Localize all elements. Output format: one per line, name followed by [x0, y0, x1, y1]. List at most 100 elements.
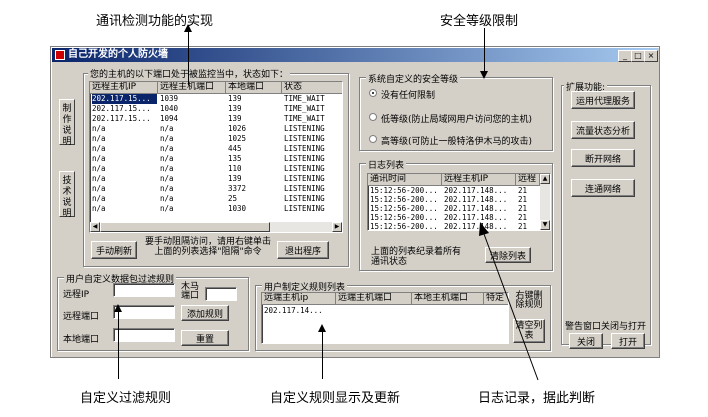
- ports-cell[interactable]: n/a: [160, 154, 225, 164]
- scroll-right-icon[interactable]: ▶: [332, 222, 342, 232]
- ports-cell[interactable]: n/a: [160, 204, 225, 214]
- add-rule-button[interactable]: 添加规则: [181, 305, 229, 321]
- log-cell[interactable]: 15:12:56-200...: [370, 222, 441, 230]
- ports-cell[interactable]: TIME_WAIT: [284, 104, 342, 114]
- refresh-button[interactable]: 手动刷新: [91, 241, 137, 259]
- ports-cell[interactable]: 1094: [160, 114, 225, 124]
- ports-cell[interactable]: 1030: [228, 204, 281, 214]
- ports-cell[interactable]: n/a: [160, 184, 225, 194]
- ports-cell[interactable]: n/a: [160, 134, 225, 144]
- close-button[interactable]: ×: [644, 50, 658, 62]
- ports-cell[interactable]: LISTENING: [284, 164, 342, 174]
- ports-cell[interactable]: 139: [228, 114, 281, 124]
- ports-cell[interactable]: 139: [228, 174, 281, 184]
- security-radio[interactable]: [369, 113, 377, 121]
- security-option-label[interactable]: 低等级(防止局域网用户访问您的主机): [381, 112, 532, 125]
- ports-cell[interactable]: 1039: [160, 94, 225, 104]
- extend-button[interactable]: 连通网络: [571, 179, 635, 197]
- log-cell[interactable]: 15:12:56-200...: [370, 195, 441, 204]
- ports-cell[interactable]: n/a: [92, 124, 157, 134]
- rules-col-remote-port[interactable]: 远端主机端口: [336, 293, 412, 305]
- ports-cell[interactable]: 1026: [228, 124, 281, 134]
- alarm-close-button[interactable]: 关闭: [569, 333, 603, 349]
- log-cell[interactable]: 21: [518, 204, 539, 213]
- ports-cell[interactable]: n/a: [92, 204, 157, 214]
- extend-button[interactable]: 运用代理服务: [571, 91, 635, 109]
- ports-cell[interactable]: n/a: [92, 144, 157, 154]
- log-cell[interactable]: 202.117.148...: [444, 186, 515, 195]
- ports-cell[interactable]: 1040: [160, 104, 225, 114]
- exit-button[interactable]: 退出程序: [277, 241, 329, 259]
- ports-cell[interactable]: n/a: [92, 184, 157, 194]
- log-cell[interactable]: 202.117.148...: [444, 195, 515, 204]
- ports-cell[interactable]: n/a: [92, 164, 157, 174]
- ports-cell[interactable]: n/a: [92, 194, 157, 204]
- ports-cell[interactable]: 202.117.15...: [92, 94, 157, 104]
- tab-manual[interactable]: 制作说明: [59, 99, 75, 147]
- ports-col-status[interactable]: 状态: [282, 82, 342, 94]
- ports-cell[interactable]: 139: [228, 94, 281, 104]
- ports-cell[interactable]: TIME_WAIT: [284, 114, 342, 124]
- scroll-left-icon[interactable]: ◀: [90, 222, 100, 232]
- ports-cell[interactable]: TIME_WAIT: [284, 94, 342, 104]
- ports-cell[interactable]: LISTENING: [284, 134, 342, 144]
- security-option-label[interactable]: 高等级(可防止一般特洛伊木马的攻击): [381, 134, 532, 147]
- ports-cell[interactable]: 25: [228, 194, 281, 204]
- ports-cell[interactable]: LISTENING: [284, 194, 342, 204]
- trojan-port-field[interactable]: [205, 287, 237, 301]
- ports-col-remote-ip[interactable]: 远程主机IP: [90, 82, 158, 94]
- log-cell[interactable]: 21: [518, 195, 539, 204]
- ports-cell[interactable]: n/a: [160, 124, 225, 134]
- ports-cell[interactable]: 1025: [228, 134, 281, 144]
- ports-cell[interactable]: 3372: [228, 184, 281, 194]
- security-radio[interactable]: [369, 89, 377, 97]
- ports-cell[interactable]: LISTENING: [284, 174, 342, 184]
- scroll-up-icon[interactable]: ▲: [540, 174, 550, 184]
- log-cell[interactable]: 21: [518, 186, 539, 195]
- ports-cell[interactable]: n/a: [160, 144, 225, 154]
- rules-cell[interactable]: 202.117.14...: [264, 306, 335, 316]
- ports-hscrollbar[interactable]: ◀ ▶: [90, 222, 342, 232]
- minimize-button[interactable]: _: [618, 50, 632, 62]
- ports-cell[interactable]: LISTENING: [284, 124, 342, 134]
- remote-ip-field[interactable]: [113, 283, 175, 297]
- remote-port-field[interactable]: [113, 305, 175, 319]
- ports-cell[interactable]: LISTENING: [284, 184, 342, 194]
- ports-cell[interactable]: LISTENING: [284, 144, 342, 154]
- ports-list[interactable]: 远程主机IP 远程主机端口 本地端口 状态 202.117.15... 1039 1…: [89, 81, 343, 233]
- log-cell[interactable]: 202.117.148...: [444, 204, 515, 213]
- extend-button[interactable]: 断开网络: [571, 149, 635, 167]
- rules-col-remote-ip[interactable]: 远端主机ip: [262, 293, 336, 305]
- ports-scroll-thumb[interactable]: [100, 222, 270, 232]
- ports-cell[interactable]: 445: [228, 144, 281, 154]
- extend-button[interactable]: 流量状态分析: [571, 121, 635, 139]
- ports-cell[interactable]: n/a: [92, 174, 157, 184]
- log-cell[interactable]: 15:12:56-200...: [370, 213, 441, 222]
- ports-col-remote-port[interactable]: 远程主机端口: [158, 82, 226, 94]
- ports-cell[interactable]: n/a: [160, 164, 225, 174]
- security-radio[interactable]: [369, 135, 377, 143]
- ports-cell[interactable]: 110: [228, 164, 281, 174]
- ports-cell[interactable]: n/a: [92, 154, 157, 164]
- maximize-button[interactable]: □: [631, 50, 645, 62]
- log-cell[interactable]: 15:12:56-200...: [370, 186, 441, 195]
- local-port-field[interactable]: [113, 328, 175, 342]
- ports-cell[interactable]: 202.117.15...: [92, 114, 157, 124]
- reset-button[interactable]: 重置: [181, 330, 229, 346]
- alarm-open-button[interactable]: 打开: [611, 333, 645, 349]
- ports-cell[interactable]: n/a: [92, 134, 157, 144]
- tab-tech[interactable]: 技术说明: [59, 171, 75, 219]
- log-col-remote-ip[interactable]: 远程主机IP: [442, 174, 516, 186]
- ports-cell[interactable]: LISTENING: [284, 204, 342, 214]
- log-col-time[interactable]: 通讯时间: [368, 174, 442, 186]
- ports-cell[interactable]: 139: [228, 104, 281, 114]
- ports-cell[interactable]: 202.117.15...: [92, 104, 157, 114]
- security-option-label[interactable]: 没有任何限制: [381, 88, 435, 101]
- ports-cell[interactable]: LISTENING: [284, 154, 342, 164]
- ports-cell[interactable]: 135: [228, 154, 281, 164]
- log-cell[interactable]: 15:12:56-200...: [370, 204, 441, 213]
- ports-col-local-port[interactable]: 本地端口: [226, 82, 282, 94]
- log-col-remote-port[interactable]: 远程: [516, 174, 540, 186]
- ports-cell[interactable]: n/a: [160, 174, 225, 184]
- ports-cell[interactable]: n/a: [160, 194, 225, 204]
